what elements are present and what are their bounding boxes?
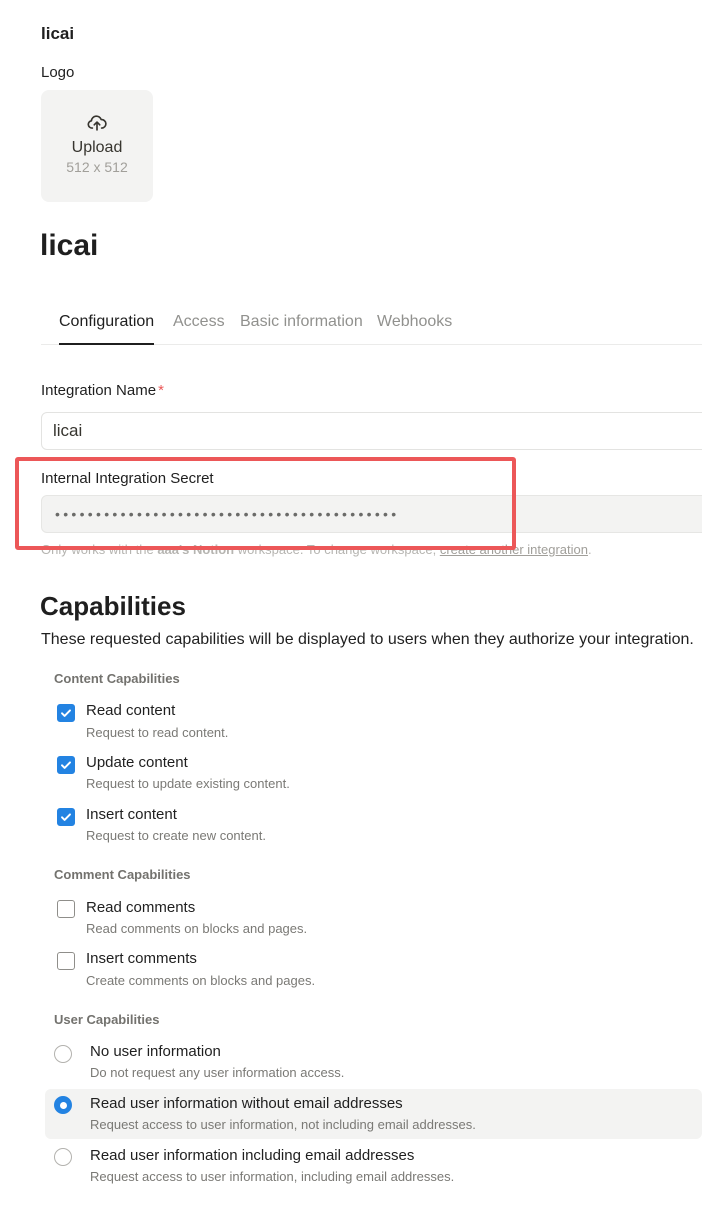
user-info-with-email-label: Read user information including email ad… <box>90 1147 415 1164</box>
checkmark-icon <box>61 761 71 769</box>
insert-content-checkbox[interactable] <box>57 808 75 826</box>
secret-highlight-box <box>15 457 516 550</box>
checkmark-icon <box>61 709 71 717</box>
insert-comments-label: Insert comments <box>86 950 197 967</box>
insert-content-desc: Request to create new content. <box>86 828 266 843</box>
update-content-label: Update content <box>86 754 188 771</box>
radio-selected-dot <box>59 1101 67 1109</box>
user-info-with-email-desc: Request access to user information, incl… <box>90 1169 455 1184</box>
integration-name-label: Integration Name * <box>41 382 164 399</box>
upload-label: Upload <box>71 139 123 156</box>
capabilities-title: Capabilities <box>40 591 186 621</box>
read-comments-desc: Read comments on blocks and pages. <box>86 921 308 936</box>
read-comments-label: Read comments <box>86 899 196 916</box>
read-content-desc: Request to read content. <box>86 725 229 740</box>
read-content-label: Read content <box>86 702 176 719</box>
user-info-without-email-label: Read user information without email addr… <box>90 1095 403 1112</box>
tab-bar: Configuration Access Basic information W… <box>41 300 702 345</box>
capabilities-description: These requested capabilities will be dis… <box>41 631 694 648</box>
read-comments-checkbox[interactable] <box>57 900 75 918</box>
app-name: licai <box>41 24 75 43</box>
page-title: licai <box>40 229 99 262</box>
tab-basic-information[interactable]: Basic information <box>240 313 363 343</box>
tab-configuration[interactable]: Configuration <box>59 313 155 345</box>
insert-content-label: Insert content <box>86 806 177 823</box>
cloud-upload-icon <box>87 115 107 131</box>
user-info-without-email-desc: Request access to user information, not … <box>90 1117 476 1132</box>
content-capabilities-title: Content Capabilities <box>54 671 180 686</box>
integration-name-input[interactable] <box>41 412 702 450</box>
no-user-info-desc: Do not request any user information acce… <box>90 1065 345 1080</box>
tab-webhooks[interactable]: Webhooks <box>377 313 452 343</box>
tab-access[interactable]: Access <box>173 313 225 343</box>
logo-upload-button[interactable]: Upload 512 x 512 <box>41 90 153 202</box>
read-content-checkbox[interactable] <box>57 704 75 722</box>
insert-comments-checkbox[interactable] <box>57 952 75 970</box>
integration-name-label-text: Integration Name <box>41 382 157 399</box>
user-capabilities-title: User Capabilities <box>54 1012 160 1027</box>
required-mark: * <box>158 382 164 399</box>
insert-comments-desc: Create comments on blocks and pages. <box>86 973 316 988</box>
update-content-desc: Request to update existing content. <box>86 776 290 791</box>
no-user-info-label: No user information <box>90 1043 221 1060</box>
comment-capabilities-title: Comment Capabilities <box>54 867 191 882</box>
no-user-info-radio[interactable] <box>54 1045 72 1063</box>
user-info-without-email-radio[interactable] <box>54 1096 72 1114</box>
checkmark-icon <box>61 813 71 821</box>
user-info-with-email-radio[interactable] <box>54 1148 72 1166</box>
update-content-checkbox[interactable] <box>57 756 75 774</box>
logo-label: Logo <box>41 64 75 81</box>
hint-suffix: . <box>587 542 592 557</box>
upload-size-hint: 512 x 512 <box>66 159 128 175</box>
